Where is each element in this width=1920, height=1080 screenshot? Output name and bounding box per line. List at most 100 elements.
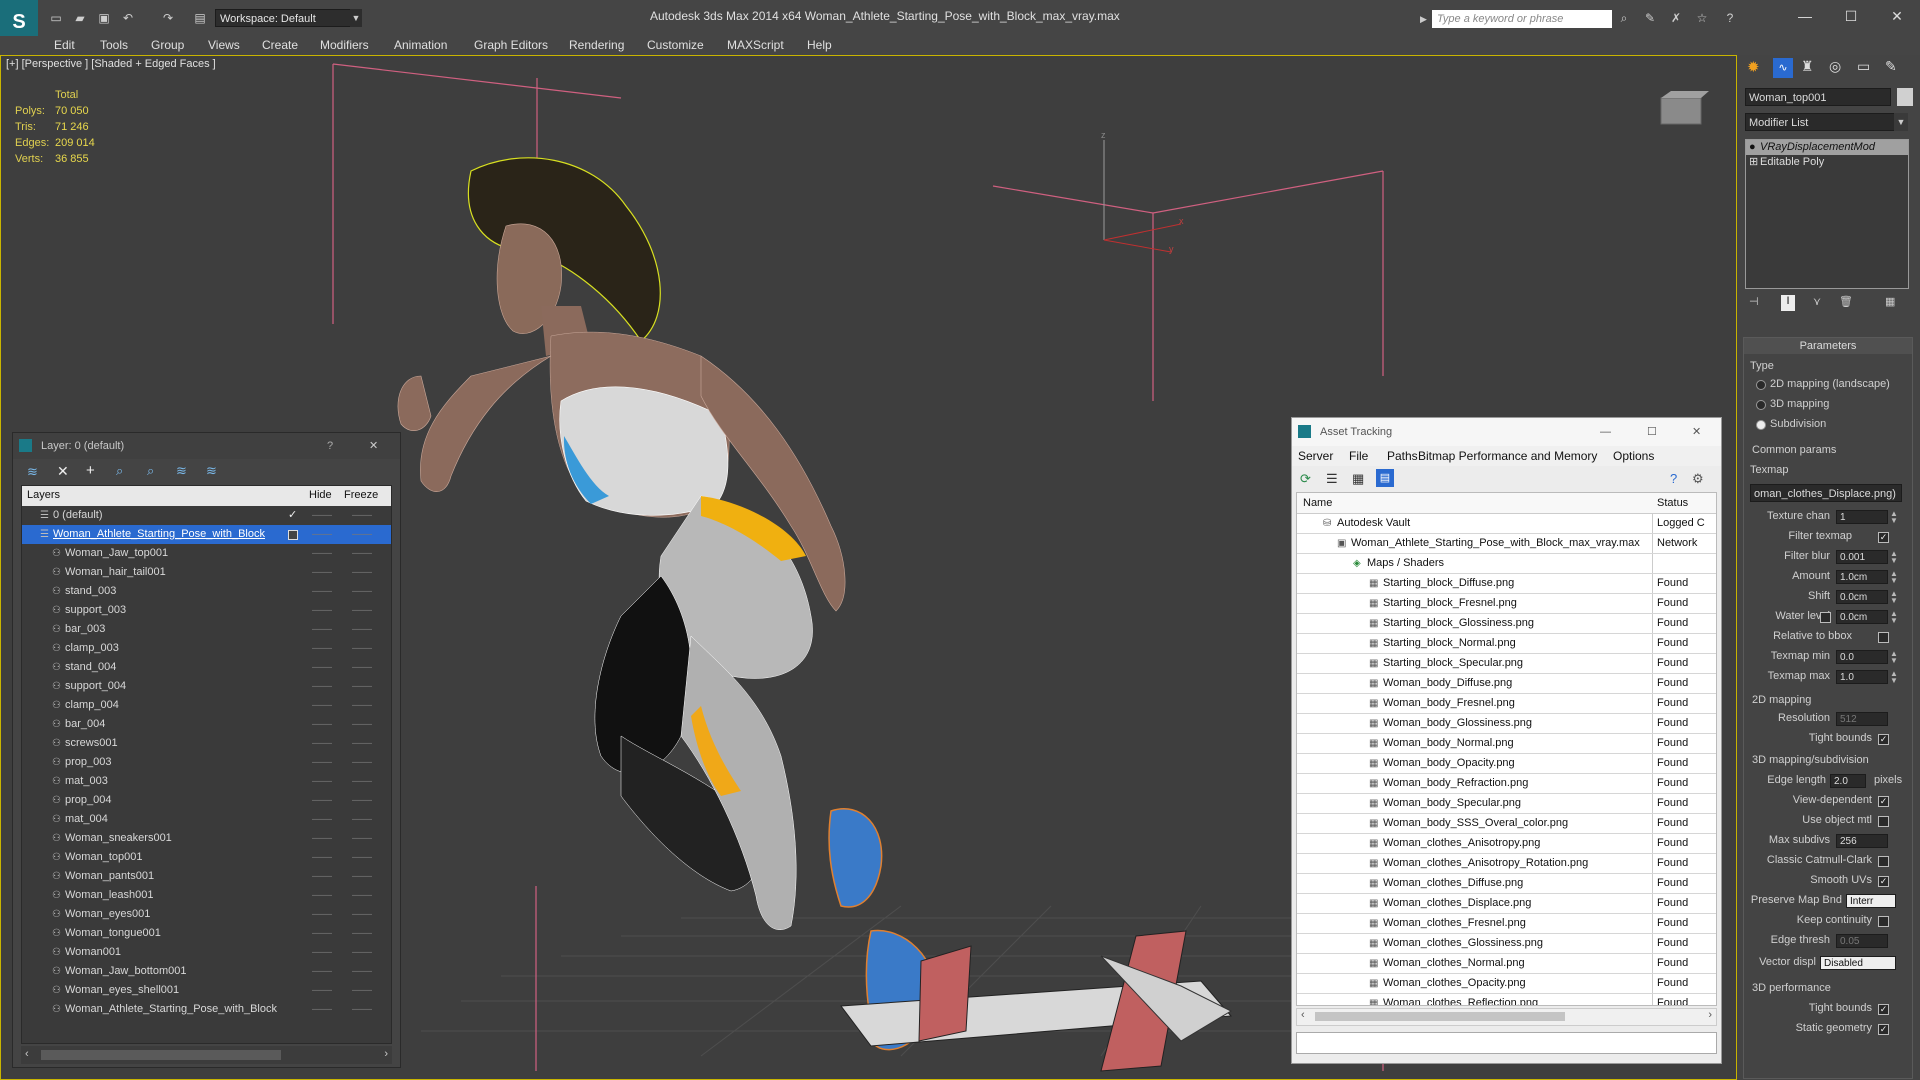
object-color-swatch[interactable] — [1897, 88, 1913, 106]
resolution-field[interactable]: 512 — [1836, 712, 1888, 726]
create-layer-icon[interactable]: ≋ — [27, 464, 38, 480]
asset-close-icon[interactable]: ✕ — [1692, 418, 1701, 446]
open-file-icon[interactable]: ▰ — [72, 10, 88, 26]
asset-name[interactable]: Woman_body_Fresnel.png — [1383, 694, 1515, 713]
viewport-label[interactable]: [+] [Perspective ] [Shaded + Edged Faces… — [6, 58, 216, 70]
maximize-icon[interactable]: ☐ — [1836, 6, 1866, 26]
layer-name[interactable]: Woman001 — [65, 943, 121, 962]
hierarchy-tab-icon[interactable]: ♜ — [1801, 58, 1814, 75]
minimize-icon[interactable]: — — [1790, 6, 1820, 26]
freeze-toggle[interactable]: —— — [352, 677, 372, 696]
asset-minimize-icon[interactable]: — — [1600, 418, 1611, 446]
stack-item-vraydisp[interactable]: ● VRayDisplacementMod — [1746, 140, 1908, 155]
display-tab-icon[interactable]: ▭ — [1857, 58, 1870, 75]
asset-row[interactable]: ▦ Woman_clothes_Fresnel.png Found — [1297, 914, 1716, 934]
object-name-field[interactable]: Woman_top001 — [1745, 88, 1891, 106]
project-folder-icon[interactable]: ▤ — [192, 10, 208, 26]
favorites-icon[interactable]: ☆ — [1694, 10, 1710, 26]
col-freeze[interactable]: Freeze — [344, 489, 378, 501]
col-hide[interactable]: Hide — [309, 489, 332, 501]
layer-name[interactable]: support_003 — [65, 601, 126, 620]
freeze-toggle[interactable]: —— — [352, 848, 372, 867]
layer-name[interactable]: Woman_Jaw_top001 — [65, 544, 168, 563]
asset-table[interactable]: Name Status ⛁ Autodesk Vault Logged C ▣ Woma… — [1296, 492, 1717, 1006]
set-active-box[interactable] — [288, 530, 298, 540]
layer-name[interactable]: screws001 — [65, 734, 118, 753]
layer-name[interactable]: prop_004 — [65, 791, 112, 810]
remove-modifier-icon[interactable]: 🗑 — [1839, 295, 1853, 308]
freeze-toggle[interactable]: —— — [352, 658, 372, 677]
hide-toggle[interactable]: —— — [312, 753, 332, 772]
layer-row[interactable]: ⚇ Woman_pants001 —— —— — [22, 867, 391, 886]
layer-row[interactable]: ⚇ stand_004 —— —— — [22, 658, 391, 677]
select-in-layer-icon[interactable]: ⌕ — [116, 463, 123, 479]
menu-edit[interactable]: Edit — [54, 38, 75, 52]
workspace-dropdown-icon[interactable]: ▼ — [350, 9, 362, 27]
hide-toggle[interactable]: —— — [312, 658, 332, 677]
layer-name[interactable]: stand_003 — [65, 582, 116, 601]
freeze-toggle[interactable]: —— — [352, 639, 372, 658]
menu-rendering[interactable]: Rendering — [569, 38, 624, 52]
hide-toggle[interactable]: —— — [312, 563, 332, 582]
freeze-toggle[interactable]: —— — [352, 753, 372, 772]
max-subdivs-field[interactable]: 256 — [1836, 834, 1888, 848]
hide-toggle[interactable]: —— — [312, 924, 332, 943]
layer-name[interactable]: mat_004 — [65, 810, 108, 829]
exchange-icon[interactable]: ✗ — [1668, 10, 1684, 26]
show-end-result-icon[interactable]: I — [1781, 295, 1795, 311]
redo-icon[interactable]: ↷ — [160, 10, 176, 26]
layer-row[interactable]: ⚇ bar_004 —— —— — [22, 715, 391, 734]
asset-name[interactable]: Woman_body_Normal.png — [1383, 734, 1514, 753]
list-view-icon[interactable]: ☰ — [1326, 471, 1338, 487]
asset-name[interactable]: Woman_clothes_Diffuse.png — [1383, 874, 1523, 893]
freeze-toggle[interactable]: —— — [352, 810, 372, 829]
spinner-arrows-icon[interactable]: ▲ ▼ — [1890, 650, 1898, 665]
asset-name[interactable]: Woman_clothes_Reflection.png — [1383, 994, 1538, 1005]
asset-row[interactable]: ▦ Woman_clothes_Glossiness.png Found — [1297, 934, 1716, 954]
param-checkbox[interactable]: ✓ — [1878, 876, 1889, 887]
vector-disp-dropdown[interactable]: Disabled — [1820, 956, 1896, 970]
param-spinner-field[interactable]: 0.0 — [1836, 650, 1888, 664]
param-spinner-field[interactable]: 0.0cm — [1836, 590, 1888, 604]
spinner-arrows-icon[interactable]: ▲ ▼ — [1890, 550, 1898, 565]
layer-name[interactable]: Woman_Athlete_Starting_Pose_with_Block — [53, 525, 265, 544]
workspace-select[interactable]: Workspace: Default — [215, 9, 357, 27]
freeze-toggle[interactable]: —— — [352, 544, 372, 563]
layer-row[interactable]: ⚇ bar_003 —— —— — [22, 620, 391, 639]
asset-row[interactable]: ▦ Woman_clothes_Anisotropy.png Found — [1297, 834, 1716, 854]
layer-row[interactable]: ⚇ support_004 —— —— — [22, 677, 391, 696]
freeze-toggle[interactable]: —— — [352, 563, 372, 582]
col-layers[interactable]: Layers — [27, 489, 60, 501]
layer-row[interactable]: ⚇ Woman_Jaw_top001 —— —— — [22, 544, 391, 563]
layer-row[interactable]: ⚇ Woman_eyes_shell001 —— —— — [22, 981, 391, 1000]
asset-menu-bitmap[interactable]: Bitmap Performance and Memory — [1418, 446, 1597, 466]
highlight-layer-icon[interactable]: ⌕ — [147, 463, 154, 479]
param-spinner-field[interactable]: 1 — [1836, 510, 1888, 524]
layer-row[interactable]: ☰ Woman_Athlete_Starting_Pose_with_Block —… — [22, 525, 391, 544]
param-checkbox[interactable] — [1878, 816, 1889, 827]
param-checkbox[interactable]: ✓ — [1878, 532, 1889, 543]
layer-name[interactable]: bar_004 — [65, 715, 105, 734]
undo-icon[interactable]: ↶ — [120, 10, 136, 26]
layer-hscrollbar[interactable]: ‹ › — [21, 1046, 392, 1064]
asset-row[interactable]: ▦ Woman_clothes_Opacity.png Found — [1297, 974, 1716, 994]
edge-thresh-field[interactable]: 0.05 — [1836, 934, 1888, 948]
layer-row[interactable]: ⚇ Woman_Jaw_bottom001 —— —— — [22, 962, 391, 981]
asset-name[interactable]: Starting_block_Specular.png — [1383, 654, 1523, 673]
hide-toggle[interactable]: —— — [312, 582, 332, 601]
layer-tree[interactable]: Layers Hide Freeze ☰ 0 (default) ✓ —— —— ☰ Wom… — [21, 485, 392, 1044]
hide-toggle[interactable]: —— — [312, 1000, 332, 1019]
expand-icon[interactable]: ⊞ — [1749, 155, 1758, 170]
asset-row[interactable]: ▦ Starting_block_Normal.png Found — [1297, 634, 1716, 654]
freeze-toggle[interactable]: —— — [352, 886, 372, 905]
type-radio[interactable] — [1756, 400, 1766, 410]
scroll-thumb[interactable] — [41, 1050, 281, 1060]
asset-name[interactable]: Woman_Athlete_Starting_Pose_with_Block_m… — [1351, 534, 1640, 553]
asset-menu-file[interactable]: File — [1349, 446, 1368, 466]
layer-name[interactable]: Woman_sneakers001 — [65, 829, 172, 848]
asset-row[interactable]: ▦ Woman_body_Specular.png Found — [1297, 794, 1716, 814]
spinner-arrows-icon[interactable]: ▲ ▼ — [1890, 570, 1898, 585]
layer-name[interactable]: Woman_tongue001 — [65, 924, 161, 943]
param-checkbox[interactable] — [1820, 612, 1831, 623]
freeze-toggle[interactable]: —— — [352, 734, 372, 753]
